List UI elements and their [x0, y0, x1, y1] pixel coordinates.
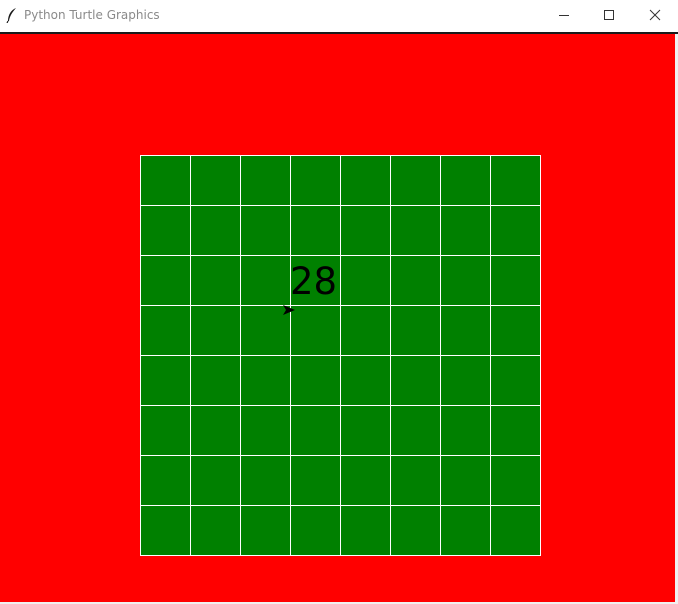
- board-cell[interactable]: [240, 455, 291, 506]
- board-cell[interactable]: [190, 155, 241, 206]
- board-cell[interactable]: [340, 155, 391, 206]
- minimize-icon: [558, 6, 570, 25]
- board-cell[interactable]: [440, 405, 491, 456]
- board-cell[interactable]: [340, 355, 391, 406]
- board-cell[interactable]: [240, 505, 291, 556]
- board-cell[interactable]: [390, 355, 441, 406]
- close-icon: [649, 6, 661, 25]
- board-cell[interactable]: [390, 505, 441, 556]
- board-cell[interactable]: [440, 505, 491, 556]
- board-cell[interactable]: [290, 305, 341, 356]
- board-cell[interactable]: [490, 355, 541, 406]
- board-cell[interactable]: [290, 405, 341, 456]
- minimize-button[interactable]: [541, 0, 587, 30]
- board-cell[interactable]: [490, 505, 541, 556]
- board-cell[interactable]: [390, 255, 441, 306]
- board-cell[interactable]: [290, 155, 341, 206]
- board-cell[interactable]: [390, 455, 441, 506]
- board-cell[interactable]: [290, 205, 341, 256]
- board-cell[interactable]: [190, 205, 241, 256]
- board-cell[interactable]: [140, 505, 191, 556]
- title-bar[interactable]: Python Turtle Graphics: [0, 0, 678, 32]
- board-cell[interactable]: [190, 305, 241, 356]
- board-cell[interactable]: [390, 155, 441, 206]
- board-cell[interactable]: [190, 505, 241, 556]
- board-cell[interactable]: [240, 255, 291, 306]
- board-cell[interactable]: [440, 255, 491, 306]
- board-cell[interactable]: [290, 505, 341, 556]
- board-cell[interactable]: [140, 205, 191, 256]
- board-cell[interactable]: [440, 205, 491, 256]
- board-cell[interactable]: [390, 205, 441, 256]
- board-cell[interactable]: [140, 355, 191, 406]
- board-cell[interactable]: [390, 405, 441, 456]
- close-button[interactable]: [632, 0, 678, 30]
- board-cell[interactable]: [140, 155, 191, 206]
- board-cell[interactable]: [440, 155, 491, 206]
- board-cell[interactable]: [240, 405, 291, 456]
- board-cell[interactable]: [190, 255, 241, 306]
- board-cell[interactable]: [490, 155, 541, 206]
- board-cell[interactable]: [490, 405, 541, 456]
- board-cell[interactable]: [290, 455, 341, 506]
- board-cell[interactable]: [240, 155, 291, 206]
- board-grid: [140, 155, 541, 556]
- game-board[interactable]: [140, 155, 541, 556]
- board-cell[interactable]: [240, 355, 291, 406]
- board-cell[interactable]: [440, 305, 491, 356]
- maximize-button[interactable]: [586, 0, 632, 30]
- board-cell[interactable]: [490, 305, 541, 356]
- turtle-canvas[interactable]: 28: [0, 34, 675, 602]
- board-cell[interactable]: [340, 405, 391, 456]
- board-cell[interactable]: [190, 355, 241, 406]
- board-cell[interactable]: [340, 255, 391, 306]
- board-cell[interactable]: [390, 305, 441, 356]
- board-cell[interactable]: [340, 505, 391, 556]
- board-cell[interactable]: [140, 255, 191, 306]
- maximize-icon: [603, 6, 615, 25]
- board-cell[interactable]: [240, 205, 291, 256]
- feather-icon: [5, 7, 19, 24]
- board-cell[interactable]: [340, 455, 391, 506]
- board-cell[interactable]: [190, 455, 241, 506]
- board-cell[interactable]: [440, 355, 491, 406]
- board-cell[interactable]: [340, 305, 391, 356]
- window-title: Python Turtle Graphics: [24, 8, 160, 22]
- board-cell[interactable]: [440, 455, 491, 506]
- board-cell[interactable]: [490, 255, 541, 306]
- score-text: 28: [290, 260, 338, 303]
- board-cell[interactable]: [290, 355, 341, 406]
- board-cell[interactable]: [140, 305, 191, 356]
- board-cell[interactable]: [490, 455, 541, 506]
- board-cell[interactable]: [140, 405, 191, 456]
- board-cell[interactable]: [140, 455, 191, 506]
- turtle-graphics-window: Python Turtle Graphics 28: [0, 0, 678, 604]
- board-cell[interactable]: [340, 205, 391, 256]
- board-cell[interactable]: [490, 205, 541, 256]
- board-cell[interactable]: [190, 405, 241, 456]
